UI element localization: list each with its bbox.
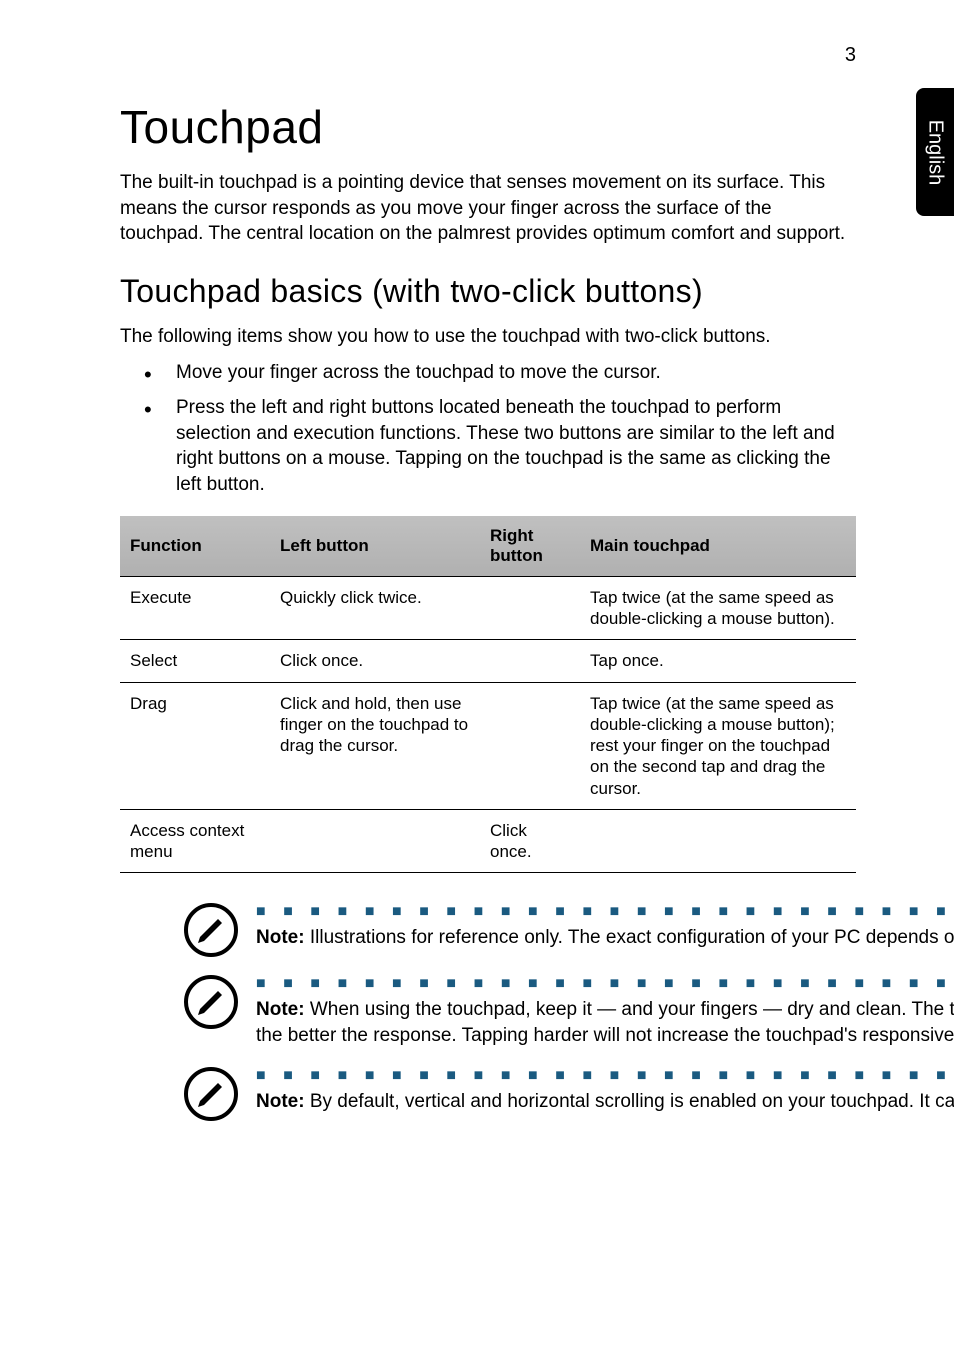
cell-function: Drag [120,682,270,809]
pencil-circle-icon [184,903,238,957]
cell-left: Click and hold, then use finger on the t… [270,682,480,809]
dotted-separator: ■ ■ ■ ■ ■ ■ ■ ■ ■ ■ ■ ■ ■ ■ ■ ■ ■ ■ ■ ■ … [256,1067,954,1085]
cell-right [480,640,580,682]
function-table: Function Left button Right button Main t… [120,516,856,874]
cell-right: Click once. [480,809,580,873]
cell-function: Access context menu [120,809,270,873]
note-body: Illustrations for reference only. The ex… [305,927,954,948]
pencil-circle-icon [184,975,238,1029]
col-main-touchpad: Main touchpad [580,516,856,577]
note-content: ■ ■ ■ ■ ■ ■ ■ ■ ■ ■ ■ ■ ■ ■ ■ ■ ■ ■ ■ ■ … [256,975,954,1048]
language-tab: English [916,88,954,216]
list-item: Move your finger across the touchpad to … [120,360,856,386]
cell-right [480,576,580,640]
note-text: Note: When using the touchpad, keep it —… [256,997,954,1048]
cell-left [270,809,480,873]
cell-main: Tap twice (at the same speed as double-c… [580,576,856,640]
list-item: Press the left and right buttons located… [120,395,856,498]
col-right-button: Right button [480,516,580,577]
table-header-row: Function Left button Right button Main t… [120,516,856,577]
note-text: Note: By default, vertical and horizonta… [256,1089,954,1115]
cell-function: Select [120,640,270,682]
note-label: Note: [256,1091,305,1112]
col-left-button: Left button [270,516,480,577]
note-content: ■ ■ ■ ■ ■ ■ ■ ■ ■ ■ ■ ■ ■ ■ ■ ■ ■ ■ ■ ■ … [256,1067,954,1115]
bullet-list: Move your finger across the touchpad to … [120,360,856,498]
language-tab-label: English [924,119,947,185]
note-body: When using the touchpad, keep it — and y… [256,999,954,1046]
table-row: Access context menu Click once. [120,809,856,873]
note-icon [184,903,238,957]
pencil-circle-icon [184,1067,238,1121]
col-function: Function [120,516,270,577]
table-row: Select Click once. Tap once. [120,640,856,682]
dotted-separator: ■ ■ ■ ■ ■ ■ ■ ■ ■ ■ ■ ■ ■ ■ ■ ■ ■ ■ ■ ■ … [256,903,954,921]
section-heading: Touchpad basics (with two-click buttons) [120,273,856,310]
cell-left: Click once. [270,640,480,682]
cell-main [580,809,856,873]
cell-main: Tap once. [580,640,856,682]
note-body: By default, vertical and horizontal scro… [305,1091,954,1112]
note-label: Note: [256,927,305,948]
note-icon [184,975,238,1029]
cell-left: Quickly click twice. [270,576,480,640]
cell-right [480,682,580,809]
intro-paragraph: The built-in touchpad is a pointing devi… [120,170,856,247]
note-block: ■ ■ ■ ■ ■ ■ ■ ■ ■ ■ ■ ■ ■ ■ ■ ■ ■ ■ ■ ■ … [184,903,856,957]
note-content: ■ ■ ■ ■ ■ ■ ■ ■ ■ ■ ■ ■ ■ ■ ■ ■ ■ ■ ■ ■ … [256,903,954,951]
note-icon [184,1067,238,1121]
note-label: Note: [256,999,305,1020]
cell-main: Tap twice (at the same speed as double-c… [580,682,856,809]
table-row: Drag Click and hold, then use finger on … [120,682,856,809]
note-text: Note: Illustrations for reference only. … [256,925,954,951]
page-number: 3 [845,44,856,67]
cell-function: Execute [120,576,270,640]
page-title: Touchpad [120,100,856,154]
table-row: Execute Quickly click twice. Tap twice (… [120,576,856,640]
note-block: ■ ■ ■ ■ ■ ■ ■ ■ ■ ■ ■ ■ ■ ■ ■ ■ ■ ■ ■ ■ … [184,1067,856,1121]
note-block: ■ ■ ■ ■ ■ ■ ■ ■ ■ ■ ■ ■ ■ ■ ■ ■ ■ ■ ■ ■ … [184,975,856,1048]
dotted-separator: ■ ■ ■ ■ ■ ■ ■ ■ ■ ■ ■ ■ ■ ■ ■ ■ ■ ■ ■ ■ … [256,975,954,993]
section-intro: The following items show you how to use … [120,324,856,350]
